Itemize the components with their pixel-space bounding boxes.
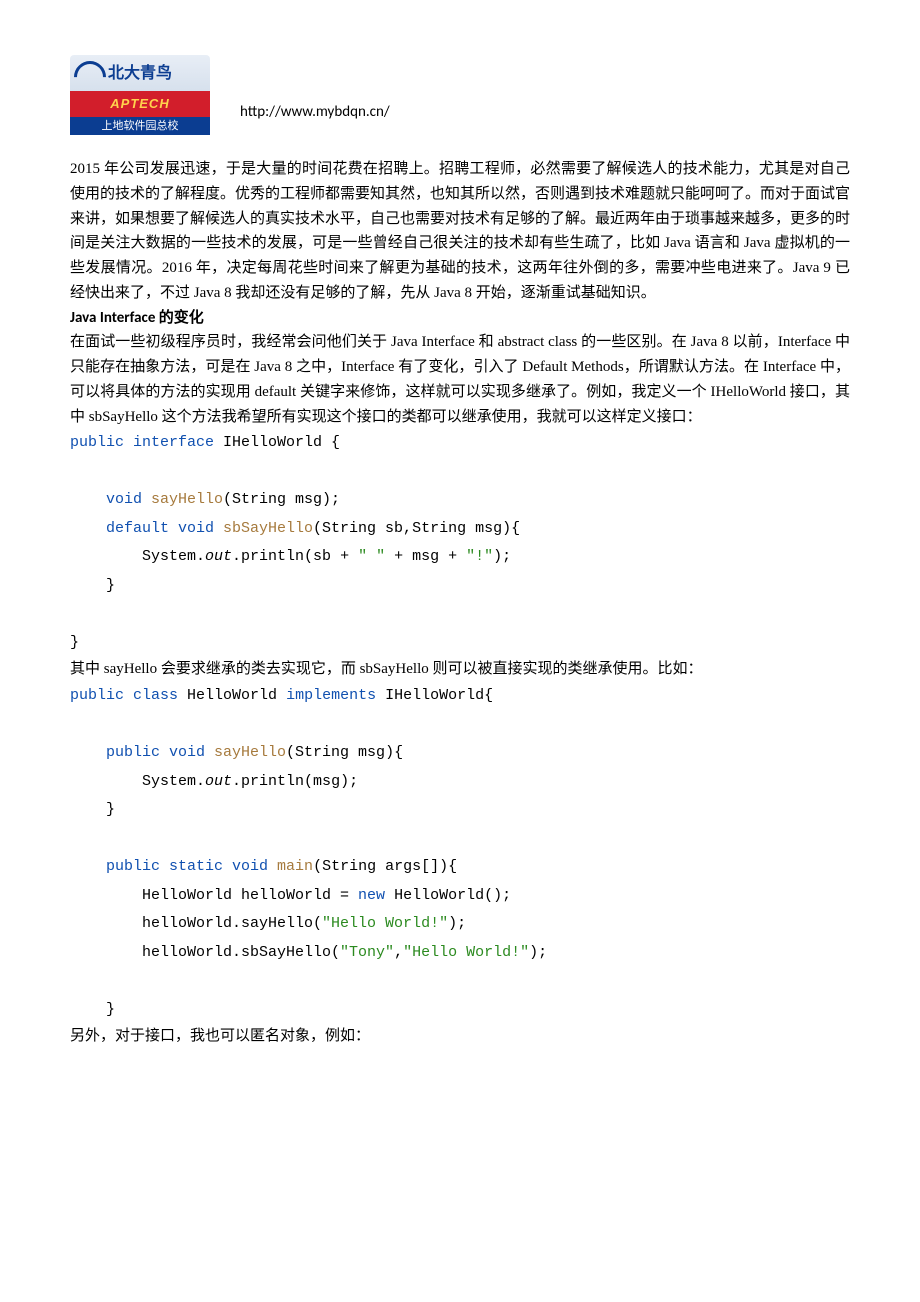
- code-token: public class: [70, 687, 187, 704]
- code-token: out: [205, 548, 232, 565]
- code-token: public static void: [70, 858, 277, 875]
- header: 北大青鸟 APTECH 上地软件园总校 http://www.mybdqn.cn…: [70, 55, 850, 135]
- code-token: System.: [70, 548, 205, 565]
- code-token: );: [493, 548, 511, 565]
- code-token: }: [70, 577, 115, 594]
- code-token: (String sb,String msg){: [313, 520, 520, 537]
- code-token: public void: [70, 744, 214, 761]
- code-token: IHelloWorld {: [223, 434, 340, 451]
- code-token: .println(sb +: [232, 548, 358, 565]
- code-block-1: public interface IHelloWorld { void sayH…: [70, 429, 850, 657]
- code-token: }: [70, 634, 79, 651]
- code-token: );: [529, 944, 547, 961]
- code-token: "!": [466, 548, 493, 565]
- paragraph-1: 2015 年公司发展迅速，于是大量的时间花费在招聘上。招聘工程师，必然需要了解候…: [70, 157, 850, 306]
- code-token: System.: [70, 773, 205, 790]
- code-token: HelloWorld helloWorld =: [70, 887, 358, 904]
- document-page: 北大青鸟 APTECH 上地软件园总校 http://www.mybdqn.cn…: [0, 0, 920, 1302]
- code-block-2: public class HelloWorld implements IHell…: [70, 682, 850, 1024]
- code-token: (String msg){: [286, 744, 403, 761]
- code-token: sbSayHello: [223, 520, 313, 537]
- code-token: sayHello: [214, 744, 286, 761]
- code-token: public interface: [70, 434, 223, 451]
- code-token: out: [205, 773, 232, 790]
- paragraph-2: 在面试一些初级程序员时，我经常会问他们关于 Java Interface 和 a…: [70, 330, 850, 429]
- code-token: void: [70, 491, 151, 508]
- code-token: "Tony": [340, 944, 394, 961]
- code-token: );: [448, 915, 466, 932]
- code-token: " ": [358, 548, 385, 565]
- code-token: HelloWorld: [187, 687, 286, 704]
- code-token: helloWorld.sbSayHello(: [70, 944, 340, 961]
- logo: 北大青鸟 APTECH 上地软件园总校: [70, 55, 210, 135]
- code-token: IHelloWorld{: [385, 687, 493, 704]
- paragraph-3: 其中 sayHello 会要求继承的类去实现它，而 sbSayHello 则可以…: [70, 657, 850, 682]
- code-token: main: [277, 858, 313, 875]
- code-token: "Hello World!": [322, 915, 448, 932]
- heading-java-interface: Java Interface 的变化: [70, 306, 850, 331]
- code-token: HelloWorld();: [394, 887, 511, 904]
- code-token: .println(msg);: [232, 773, 358, 790]
- body: 2015 年公司发展迅速，于是大量的时间花费在招聘上。招聘工程师，必然需要了解候…: [70, 157, 850, 1049]
- logo-subtitle: 上地软件园总校: [70, 117, 210, 135]
- code-token: implements: [286, 687, 385, 704]
- paragraph-4: 另外，对于接口，我也可以匿名对象，例如：: [70, 1024, 850, 1049]
- logo-brand-en: APTECH: [70, 91, 210, 117]
- code-token: ,: [394, 944, 403, 961]
- code-token: new: [358, 887, 394, 904]
- code-token: sayHello: [151, 491, 223, 508]
- header-url: http://www.mybdqn.cn/: [240, 100, 390, 135]
- code-token: (String args[]){: [313, 858, 457, 875]
- code-token: "Hello World!": [403, 944, 529, 961]
- code-token: default void: [70, 520, 223, 537]
- code-token: + msg +: [385, 548, 466, 565]
- code-token: helloWorld.sayHello(: [70, 915, 322, 932]
- code-token: }: [70, 1001, 115, 1018]
- code-token: (String msg);: [223, 491, 340, 508]
- code-token: }: [70, 801, 115, 818]
